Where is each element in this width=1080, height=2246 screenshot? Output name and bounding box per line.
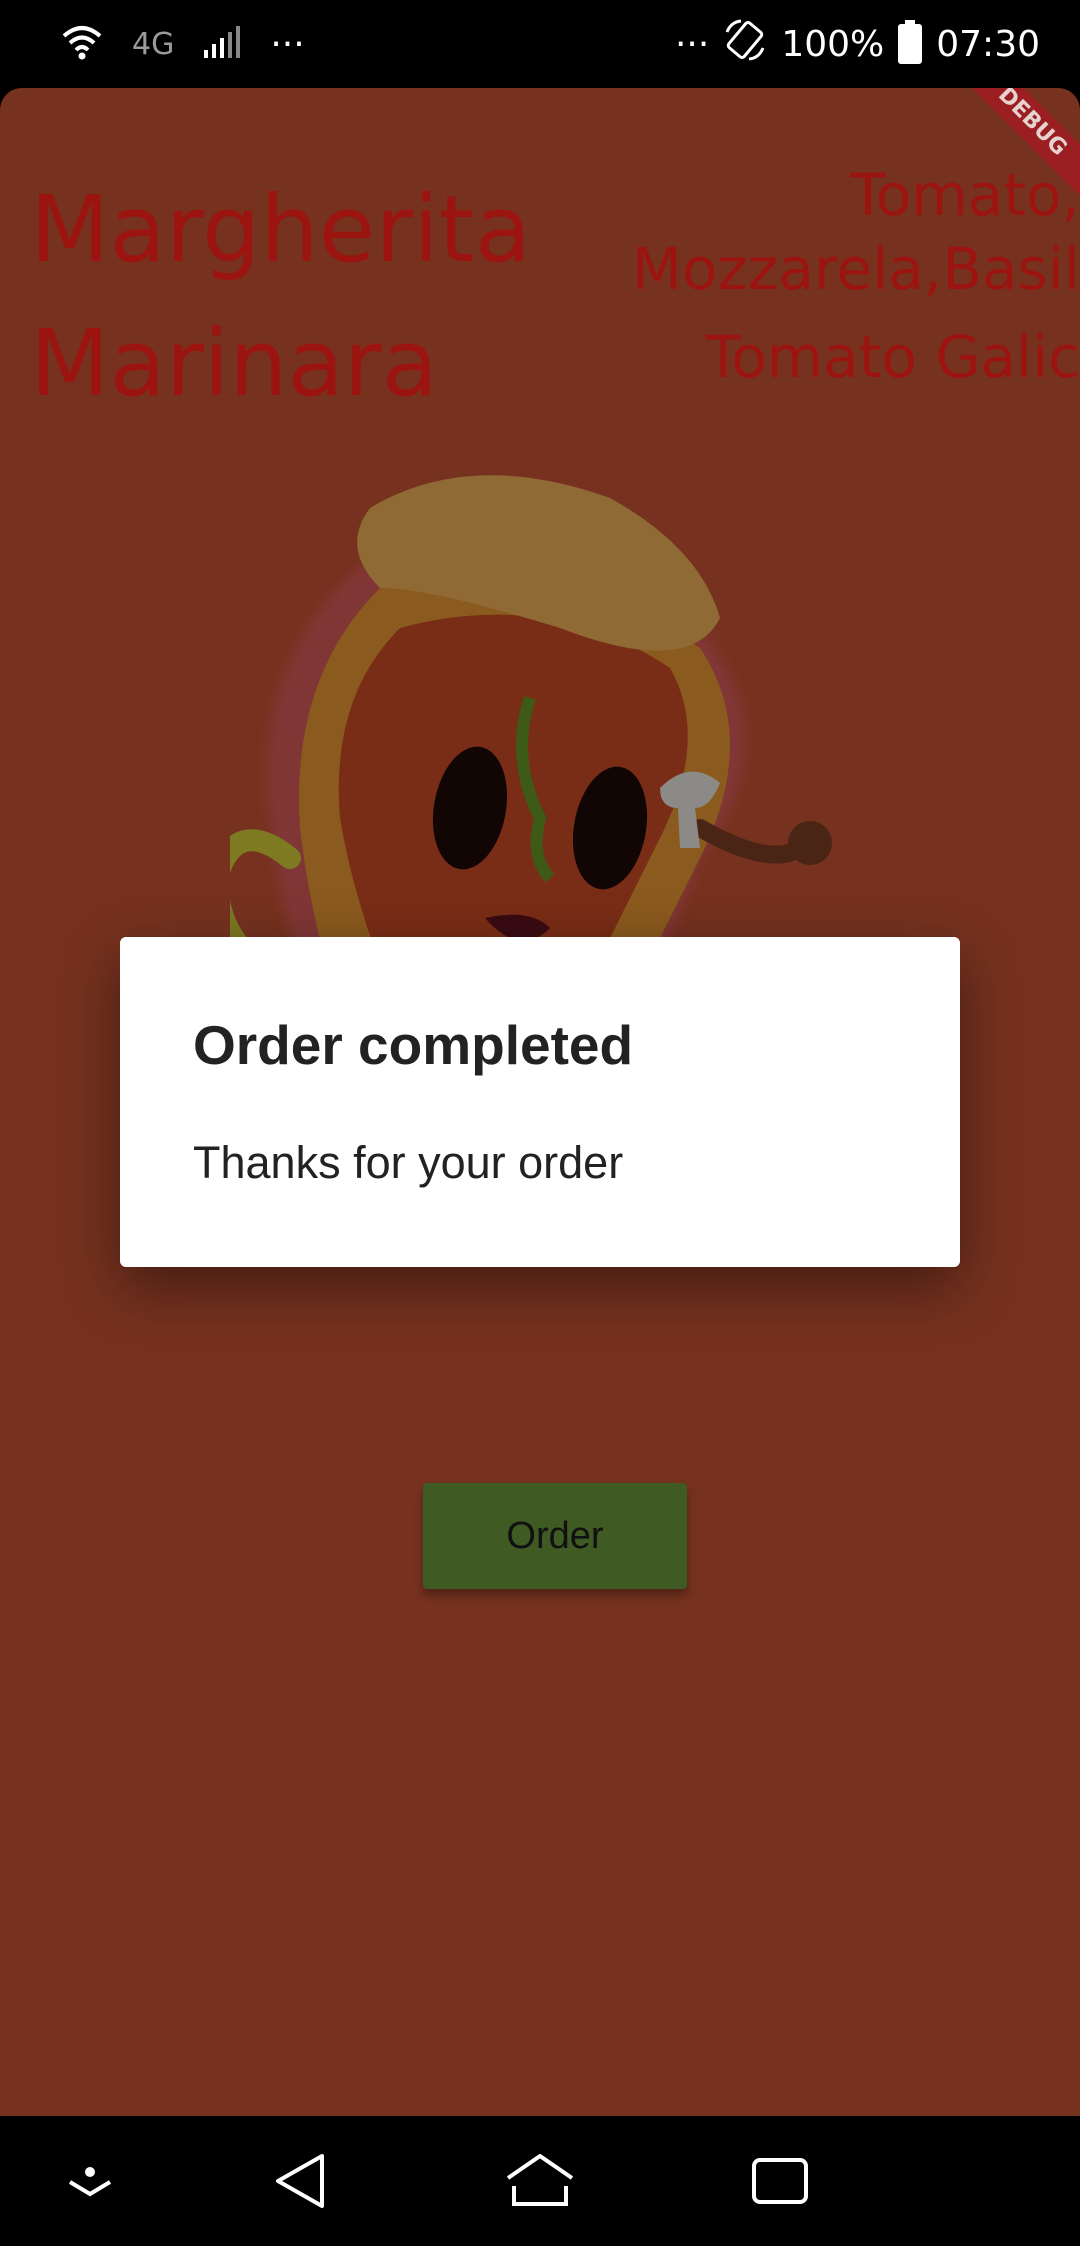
battery-percent: 100% [781, 23, 885, 65]
status-more-right: ··· [674, 23, 710, 65]
ingredients-line: Tomato, [850, 161, 1080, 229]
home-icon[interactable] [500, 2146, 580, 2216]
order-button[interactable]: Order [423, 1483, 687, 1589]
clock: 07:30 [936, 23, 1040, 65]
dialog-title: Order completed [193, 1014, 634, 1076]
dialog-message: Thanks for your order [193, 1137, 624, 1188]
status-more-left: ··· [270, 23, 305, 65]
pizza-ingredients-marinara: Tomato Galic [705, 323, 1080, 391]
pizza-name-marinara[interactable]: Marinara [30, 310, 438, 417]
wifi-icon [60, 20, 104, 68]
status-bar: 4G ··· ··· 100% 07:30 [0, 0, 1080, 88]
signal-icon [202, 24, 242, 64]
navigation-bar [0, 2116, 1080, 2246]
recents-icon[interactable] [740, 2146, 820, 2216]
network-type-label: 4G [132, 26, 175, 62]
pizza-ingredients-margherita: Tomato, Mozzarela,Basil [632, 158, 1080, 306]
dismiss-arrow-icon[interactable] [50, 2146, 130, 2216]
battery-icon [898, 20, 923, 64]
ingredients-line: Mozzarela,Basil [631, 235, 1080, 303]
pizza-name-margherita[interactable]: Margherita [30, 176, 531, 283]
rotate-icon [723, 18, 767, 71]
back-icon[interactable] [262, 2146, 342, 2216]
order-completed-dialog[interactable]: Order completed Thanks for your order [120, 937, 960, 1267]
